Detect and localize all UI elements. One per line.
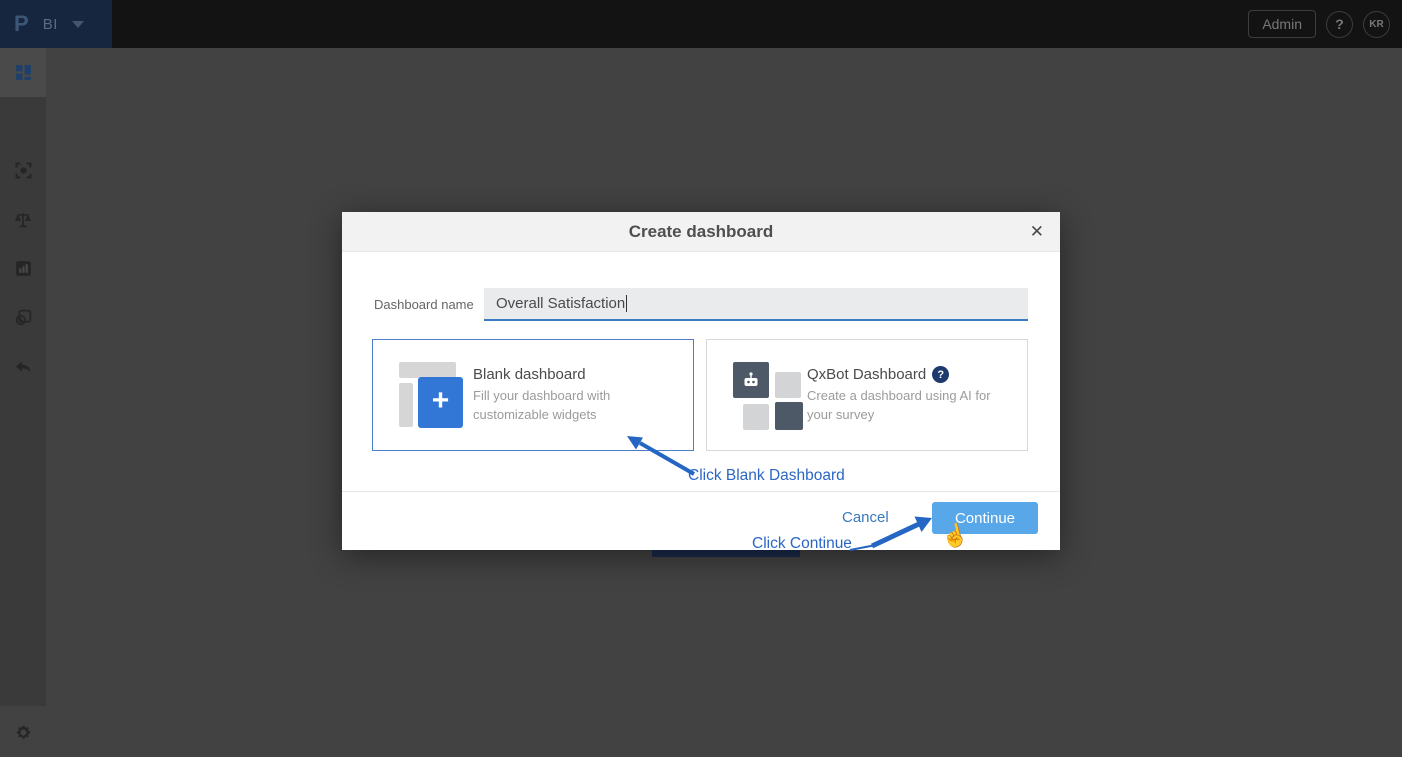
- undo-arrow-icon: [15, 360, 31, 372]
- dashboard-name-input[interactable]: Overall Satisfaction: [484, 288, 1028, 321]
- plus-icon: +: [418, 377, 463, 428]
- blank-dashboard-plus-icon: +: [399, 362, 465, 428]
- sidebar-item-settings[interactable]: [0, 708, 46, 757]
- top-navigation-bar: P BI Admin ? KR: [0, 0, 1402, 48]
- balance-scale-icon: [14, 212, 32, 227]
- modal-title: Create dashboard: [628, 221, 774, 241]
- scan-focus-icon: [15, 162, 31, 179]
- product-name: BI: [42, 15, 58, 33]
- bar-chart-icon: [15, 261, 31, 276]
- dashboards-grid-icon: [15, 65, 31, 80]
- settings-gear-icon: [16, 725, 30, 739]
- dashboard-name-value: Overall Satisfaction: [496, 295, 626, 312]
- left-sidebar: [0, 48, 46, 739]
- annotation-click-continue: Click Continue: [752, 535, 852, 552]
- qxbot-dashboard-card[interactable]: QxBot Dashboard ? Create a dashboard usi…: [706, 339, 1028, 451]
- brand-logo-icon: P: [14, 11, 29, 36]
- help-icon[interactable]: ?: [1326, 10, 1353, 38]
- sidebar-item-back[interactable]: [0, 342, 46, 391]
- qxbot-dashboard-title: QxBot Dashboard: [807, 366, 927, 384]
- blank-dashboard-title: Blank dashboard: [473, 366, 586, 384]
- sidebar-item-compare[interactable]: [0, 195, 46, 244]
- text-caret: [626, 295, 628, 312]
- chevron-down-icon: [71, 20, 84, 28]
- close-icon[interactable]: ✕: [1030, 221, 1044, 243]
- sidebar-item-reports[interactable]: [0, 244, 46, 293]
- sidebar-item-sync[interactable]: [0, 293, 46, 342]
- cancel-button[interactable]: Cancel: [842, 509, 889, 526]
- qxbot-grid-icon: [733, 362, 803, 430]
- footer-divider: [342, 491, 1060, 492]
- blank-dashboard-description: Fill your dashboard with customizable wi…: [473, 388, 611, 422]
- avatar[interactable]: KR: [1363, 10, 1390, 38]
- modal-header: Create dashboard ✕: [342, 212, 1060, 252]
- blank-dashboard-card[interactable]: + Blank dashboard Fill your dashboard wi…: [372, 339, 694, 451]
- dashboard-name-label: Dashboard name: [374, 297, 474, 312]
- continue-button[interactable]: Continue: [932, 502, 1038, 534]
- annotation-click-blank-dashboard: Click Blank Dashboard: [688, 467, 845, 484]
- bot-icon: [744, 372, 758, 386]
- sync-document-icon: [15, 309, 31, 326]
- topbar-actions: Admin ? KR: [1248, 0, 1390, 48]
- sidebar-item-scan[interactable]: [0, 146, 46, 195]
- sidebar-item-dashboards[interactable]: [0, 48, 46, 97]
- admin-button[interactable]: Admin: [1248, 10, 1316, 38]
- product-switcher[interactable]: P BI: [0, 0, 112, 48]
- qxbot-help-icon[interactable]: ?: [932, 366, 950, 384]
- qxbot-dashboard-description: Create a dashboard using AI for your sur…: [807, 388, 991, 422]
- create-dashboard-modal: Create dashboard ✕ Dashboard name Overal…: [342, 212, 1060, 550]
